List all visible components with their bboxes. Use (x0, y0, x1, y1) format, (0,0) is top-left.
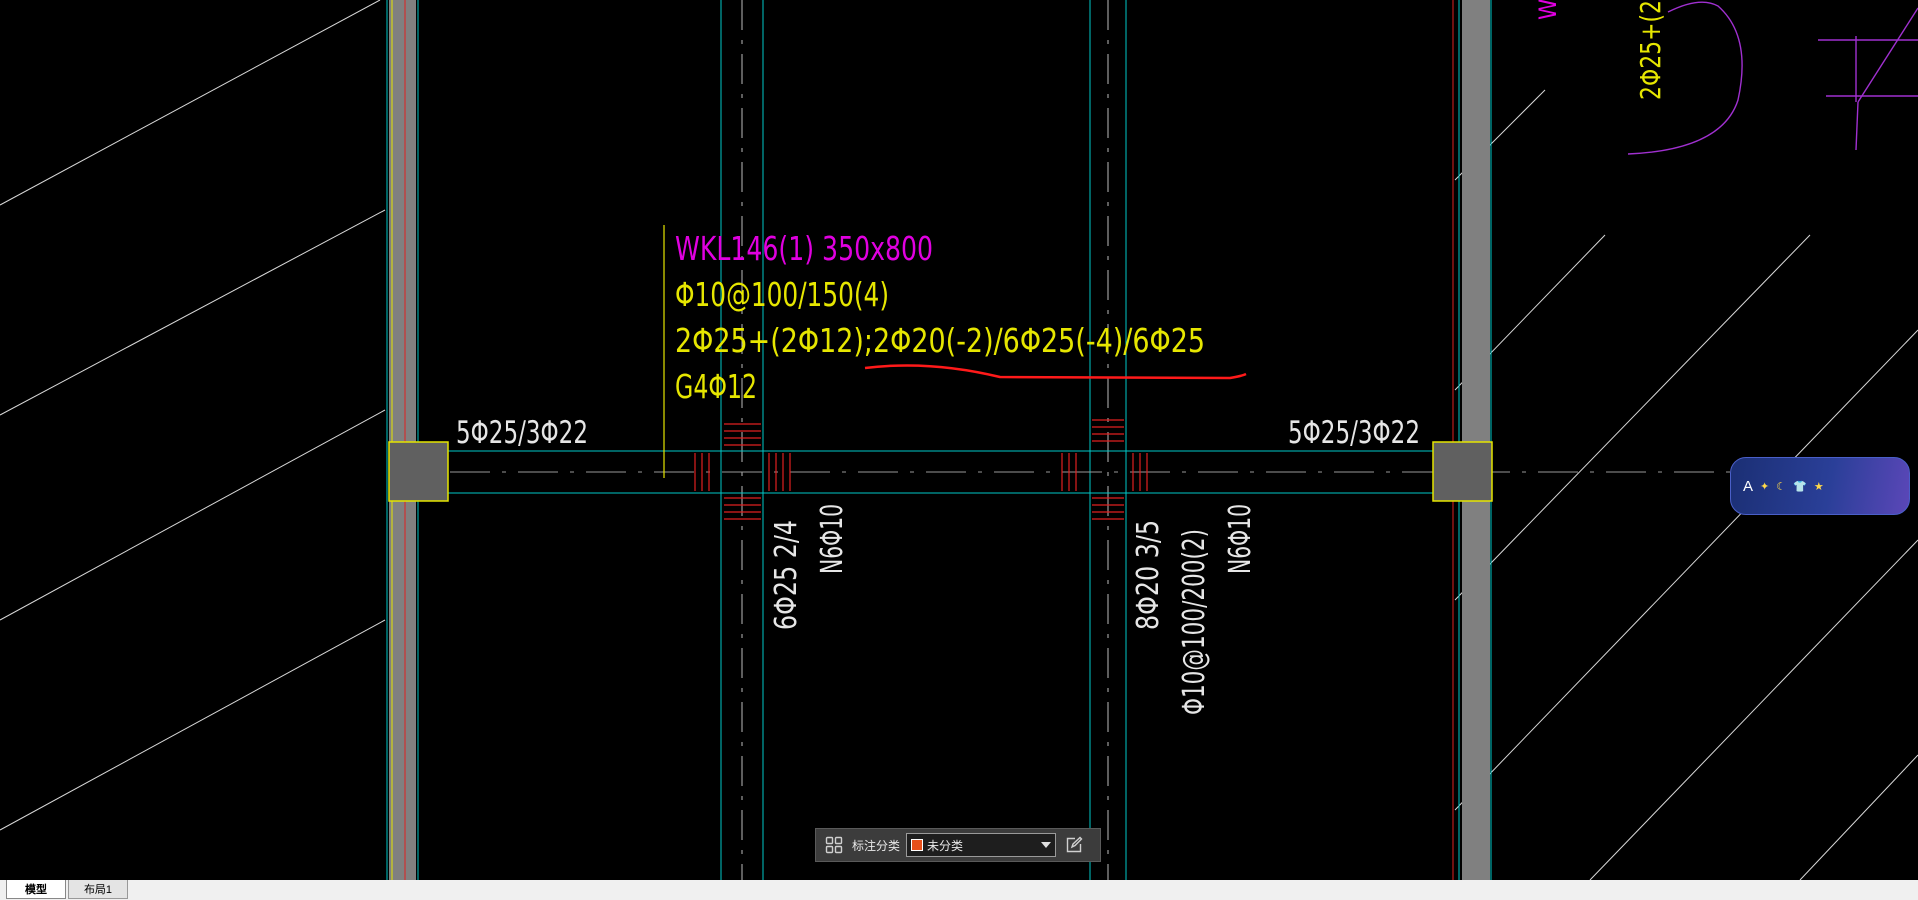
tab-layout1[interactable]: 布局1 (68, 880, 128, 899)
beam-b-stirrup: Φ10@100/200(2) (1177, 529, 1212, 715)
beam-wkl146-horizontal (448, 450, 1730, 494)
annotation-category-toolbar: 标注分类 未分类 (815, 828, 1101, 862)
floating-assistant-widget[interactable]: A ✦ ☾ 👕 ★ (1730, 457, 1910, 515)
beam-b-bottom-rebar: 8Φ20 3/5 (1131, 520, 1166, 630)
chevron-down-icon (1041, 842, 1052, 848)
cad-drawing-canvas[interactable]: WKL146(1) 350x800 Φ10@100/150(4) 2Φ25+(2… (0, 0, 1918, 880)
sparkle-icon: ✦ (1760, 479, 1770, 493)
right-wall (1452, 0, 1492, 880)
star-icon: ★ (1813, 479, 1824, 493)
support-left-rebar: 5Φ25/3Φ22 (456, 415, 588, 451)
hatch-lines (0, 0, 1918, 880)
edit-icon[interactable] (1062, 833, 1086, 857)
beam-b-vertical (1089, 0, 1127, 880)
beam-label-line4: G4Φ12 (675, 367, 757, 406)
beam-a-vertical (720, 0, 764, 880)
column-right (1432, 441, 1493, 502)
beam-label-line2: Φ10@100/150(4) (675, 275, 889, 314)
tab-model[interactable]: 模型 (6, 880, 66, 899)
edge-label-letter: W (1534, 0, 1562, 20)
purple-arc-annotation (1627, 1, 1918, 155)
support-right-rebar: 5Φ25/3Φ22 (1288, 415, 1420, 451)
beam-b-side-rebar: N6Φ10 (1223, 504, 1258, 574)
beam-a-bottom-rebar: 6Φ25 2/4 (769, 520, 804, 630)
beam-a-side-rebar: N6Φ10 (815, 504, 850, 574)
markup-underline (864, 364, 1247, 380)
category-value: 未分类 (927, 838, 964, 853)
grid-icon[interactable] (822, 833, 846, 857)
edge-label-top: 2Φ25+(2 (1634, 0, 1667, 100)
category-select[interactable]: 未分类 (906, 833, 1057, 857)
shirt-icon: 👕 (1793, 479, 1807, 493)
moon-icon: ☾ (1776, 479, 1787, 493)
category-color-swatch (911, 839, 924, 851)
category-label: 标注分类 (852, 838, 901, 853)
left-wall (386, 0, 419, 880)
column-left (388, 441, 449, 502)
layout-tab-bar: 模型 布局1 (0, 880, 1918, 900)
widget-letter: A (1743, 477, 1754, 495)
beam-label-line1: WKL146(1) 350x800 (675, 229, 933, 268)
beam-label-line3: 2Φ25+(2Φ12);2Φ20(-2)/6Φ25(-4)/6Φ25 (675, 321, 1205, 360)
